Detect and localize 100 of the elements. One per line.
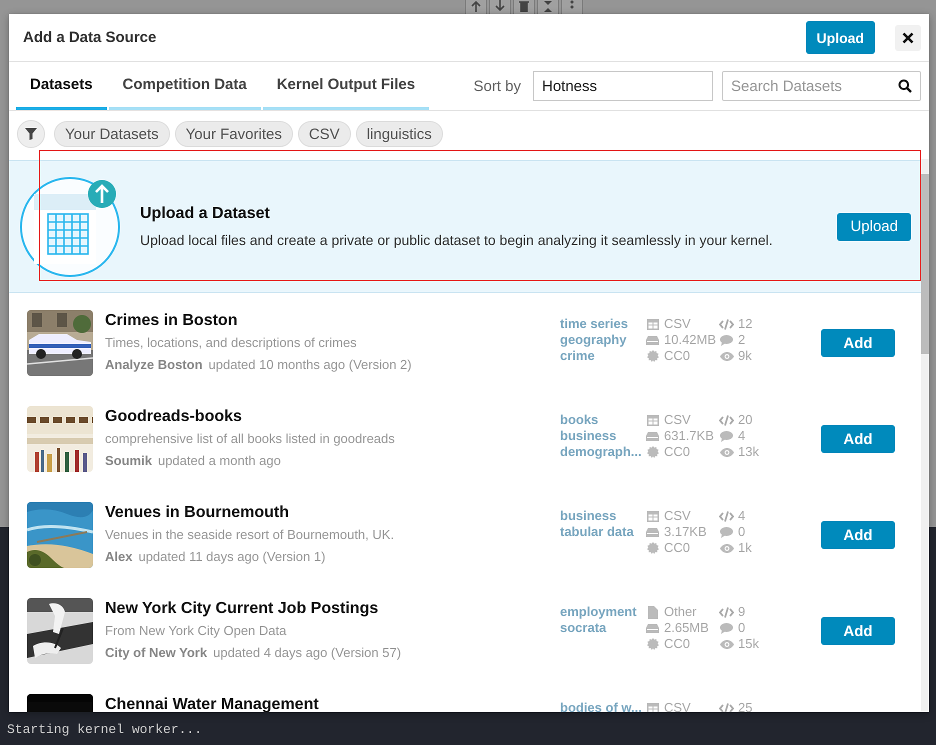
tab[interactable]: Competition Data <box>108 62 261 110</box>
dataset-title[interactable]: Crimes in Boston <box>105 310 560 332</box>
dataset-owner[interactable]: Alex <box>105 546 132 568</box>
tab[interactable]: Datasets <box>16 62 107 110</box>
update-info: updated 10 months ago (Version 2) <box>208 356 412 374</box>
add-button[interactable]: Add <box>821 521 895 549</box>
code-icon <box>719 510 734 522</box>
eye-icon <box>720 448 734 456</box>
drive-icon <box>646 624 659 632</box>
stat-value: 1k <box>738 540 752 556</box>
stat-value: CC0 <box>664 540 690 556</box>
code-icon <box>719 318 734 330</box>
comment-icon <box>720 334 733 346</box>
eye-icon <box>720 352 734 360</box>
scrollbar[interactable] <box>921 159 929 712</box>
stat-value: 0 <box>738 620 746 636</box>
stat-value: 2 <box>738 332 746 348</box>
search-icon[interactable] <box>898 79 912 93</box>
sort-field[interactable]: Hotness <box>533 71 713 101</box>
drive-icon <box>646 336 659 344</box>
search-field[interactable]: Search Datasets <box>722 71 921 101</box>
stat-value: 12 <box>738 316 752 332</box>
dataset-owner[interactable]: City of New York <box>105 642 208 664</box>
stat-value: 15k <box>738 636 759 652</box>
console-line: Starting kernel worker... <box>7 722 204 737</box>
filter-chip[interactable]: Your Favorites <box>174 121 293 147</box>
add-button[interactable]: Add <box>821 425 895 453</box>
dataset-description: Venues in the seaside resort of Bournemouth, UK. <box>105 526 396 544</box>
comment-icon <box>720 430 733 442</box>
dataset-title[interactable]: New York City Current Job Postings <box>105 598 560 620</box>
trash-icon[interactable] <box>513 0 535 15</box>
upload-button[interactable]: Upload <box>806 21 875 54</box>
update-info: updated 4 days ago (Version 57) <box>213 644 402 662</box>
comment-icon <box>720 526 733 538</box>
add-button[interactable]: Add <box>821 329 895 357</box>
stat-value: CC0 <box>664 444 690 460</box>
code-icon <box>719 702 734 712</box>
dataset-tag[interactable]: tabular data <box>560 524 645 540</box>
eye-icon <box>720 544 734 552</box>
banner-title: Upload a Dataset <box>140 205 271 223</box>
dataset-description: From New York City Open Data <box>105 622 288 640</box>
dataset-tag[interactable]: bodies of w... <box>560 700 645 712</box>
collapse-icon[interactable] <box>537 0 559 15</box>
upload-button[interactable]: Upload <box>837 212 911 240</box>
badge-icon <box>646 638 658 650</box>
stat-value: CSV <box>664 412 691 428</box>
filter-chip[interactable]: CSV <box>298 121 351 147</box>
dataset-title[interactable]: Venues in Bournemouth <box>105 502 560 524</box>
stat-value: 3.17KB <box>664 524 707 540</box>
dataset-description: Times, locations, and descriptions of crimes <box>105 334 358 352</box>
dataset-description: comprehensive list of all books listed in goodreads <box>105 430 396 448</box>
drive-icon <box>646 528 659 536</box>
close-button[interactable] <box>895 24 921 50</box>
dataset-tag[interactable]: crime <box>560 348 645 364</box>
badge-icon <box>646 542 658 554</box>
update-info: updated 11 days ago (Version 1) <box>138 548 326 566</box>
dataset-tag[interactable]: business <box>560 428 645 444</box>
stat-value: 631.7KB <box>664 428 714 444</box>
badge-icon <box>646 350 658 362</box>
add-button[interactable]: Add <box>821 617 895 645</box>
dataset-owner[interactable]: Analyze Boston <box>105 354 203 376</box>
stat-value: CSV <box>664 700 691 712</box>
drive-icon <box>646 432 659 440</box>
stat-value: Other <box>664 604 697 620</box>
code-icon <box>719 606 734 618</box>
table-icon <box>646 414 658 426</box>
stat-value: 9k <box>738 348 752 364</box>
filter-icon[interactable] <box>17 120 45 148</box>
stat-value: 4 <box>738 428 746 444</box>
more-icon[interactable] <box>561 0 583 15</box>
tab[interactable]: Kernel Output Files <box>262 62 430 110</box>
stat-value: CSV <box>664 316 691 332</box>
table-icon <box>646 318 658 330</box>
dataset-owner[interactable]: Soumik <box>105 450 152 472</box>
filter-chip[interactable]: linguistics <box>356 121 443 147</box>
comment-icon <box>720 622 733 634</box>
stat-value: 0 <box>738 524 746 540</box>
banner-description: Upload local files and create a private or public dataset to begin analyzing it seamlessly in your kernel. <box>140 232 774 248</box>
dataset-tag[interactable]: time series <box>560 316 645 332</box>
stat-value: 2.65MB <box>664 620 709 636</box>
stat-value: CC0 <box>664 348 690 364</box>
dataset-tag[interactable]: demograph... <box>560 444 645 460</box>
update-info: updated a month ago <box>158 452 281 470</box>
eye-icon <box>720 640 734 648</box>
sort-label: Sort by <box>473 78 521 94</box>
stat-value: CSV <box>664 508 691 524</box>
stat-value: 13k <box>738 444 759 460</box>
dataset-tag[interactable]: socrata <box>560 620 645 636</box>
dataset-tag[interactable]: books <box>560 412 645 428</box>
stat-value: 9 <box>738 604 746 620</box>
dataset-tag[interactable]: geography <box>560 332 645 348</box>
dataset-tag[interactable]: business <box>560 508 645 524</box>
code-icon <box>719 414 734 426</box>
close-icon[interactable] <box>902 32 914 44</box>
stat-value: 20 <box>738 412 752 428</box>
dataset-tag[interactable]: employment <box>560 604 645 620</box>
stat-value: 10.42MB <box>664 332 716 348</box>
filter-chip[interactable]: Your Datasets <box>54 121 170 147</box>
badge-icon <box>646 446 658 458</box>
dataset-title[interactable]: Goodreads-books <box>105 406 560 428</box>
